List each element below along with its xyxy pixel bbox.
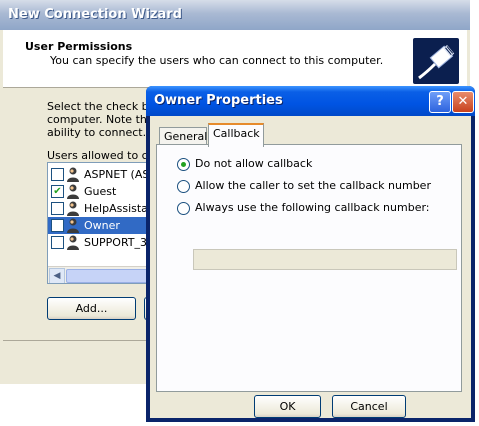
- tab-callback[interactable]: Callback: [208, 123, 264, 147]
- user-icon: [66, 184, 80, 199]
- user-icon: [66, 218, 80, 233]
- user-checkbox[interactable]: [51, 236, 64, 249]
- cancel-button[interactable]: Cancel: [332, 395, 406, 418]
- wizard-description: Select the check box computer. Note that…: [47, 100, 157, 139]
- page-title: User Permissions: [25, 40, 133, 53]
- list-item[interactable]: ASPNET (AS: [48, 166, 151, 183]
- dialog-body: General Callback Do not allow callback A…: [150, 116, 471, 418]
- list-item[interactable]: ✔ Guest: [48, 183, 151, 200]
- user-icon: [66, 201, 80, 216]
- users-allowed-label: Users allowed to conn: [47, 149, 147, 162]
- user-icon: [66, 235, 80, 250]
- wizard-header: User Permissions You can specify the use…: [3, 30, 467, 88]
- help-icon[interactable]: ?: [429, 91, 451, 113]
- radio-label: Allow the caller to set the callback num…: [195, 179, 431, 192]
- list-item[interactable]: Owner: [48, 217, 151, 234]
- callback-number-field[interactable]: [193, 249, 457, 270]
- wizard-title-bar[interactable]: New Connection Wizard: [0, 0, 470, 30]
- description-line: computer. Note that: [47, 113, 157, 126]
- user-name: HelpAssistan: [84, 202, 152, 215]
- user-checkbox[interactable]: [51, 219, 64, 232]
- close-icon[interactable]: ✕: [452, 91, 474, 113]
- radio-button[interactable]: [177, 202, 190, 215]
- radio-label: Always use the following callback number…: [195, 201, 430, 214]
- radio-button[interactable]: [177, 158, 190, 171]
- description-line: ability to connect.: [47, 126, 147, 139]
- user-checkbox[interactable]: [51, 168, 64, 181]
- callback-tab-panel: Do not allow callback Allow the caller t…: [156, 144, 462, 392]
- list-item[interactable]: HelpAssistan: [48, 200, 151, 217]
- radio-label: Do not allow callback: [195, 157, 313, 170]
- wizard-title: New Connection Wizard: [8, 7, 182, 22]
- scroll-thumb[interactable]: [66, 269, 148, 283]
- users-list[interactable]: ASPNET (AS ✔ Guest HelpAssistan Owner SU…: [47, 162, 152, 284]
- page-subtitle: You can specify the users who can connec…: [50, 54, 384, 67]
- user-checkbox[interactable]: [51, 202, 64, 215]
- user-icon: [66, 167, 80, 182]
- dialog-title: Owner Properties: [154, 93, 283, 108]
- user-name: Guest: [84, 185, 117, 198]
- user-name: ASPNET (AS: [84, 168, 150, 181]
- radio-button[interactable]: [177, 180, 190, 193]
- description-line: Select the check box: [47, 100, 157, 113]
- user-name: Owner: [84, 219, 120, 232]
- dialog-title-bar[interactable]: Owner Properties ? ✕: [146, 86, 475, 116]
- add-button[interactable]: Add...: [47, 297, 136, 320]
- user-checkbox[interactable]: ✔: [51, 185, 64, 198]
- list-item[interactable]: SUPPORT_3: [48, 234, 151, 251]
- network-cable-icon: [413, 38, 459, 84]
- owner-properties-dialog: Owner Properties ? ✕ General Callback Do…: [146, 86, 475, 422]
- user-name: SUPPORT_3: [84, 236, 148, 249]
- horizontal-scrollbar[interactable]: ◀: [48, 266, 151, 283]
- scroll-left-icon[interactable]: ◀: [49, 268, 65, 283]
- ok-button[interactable]: OK: [254, 395, 321, 418]
